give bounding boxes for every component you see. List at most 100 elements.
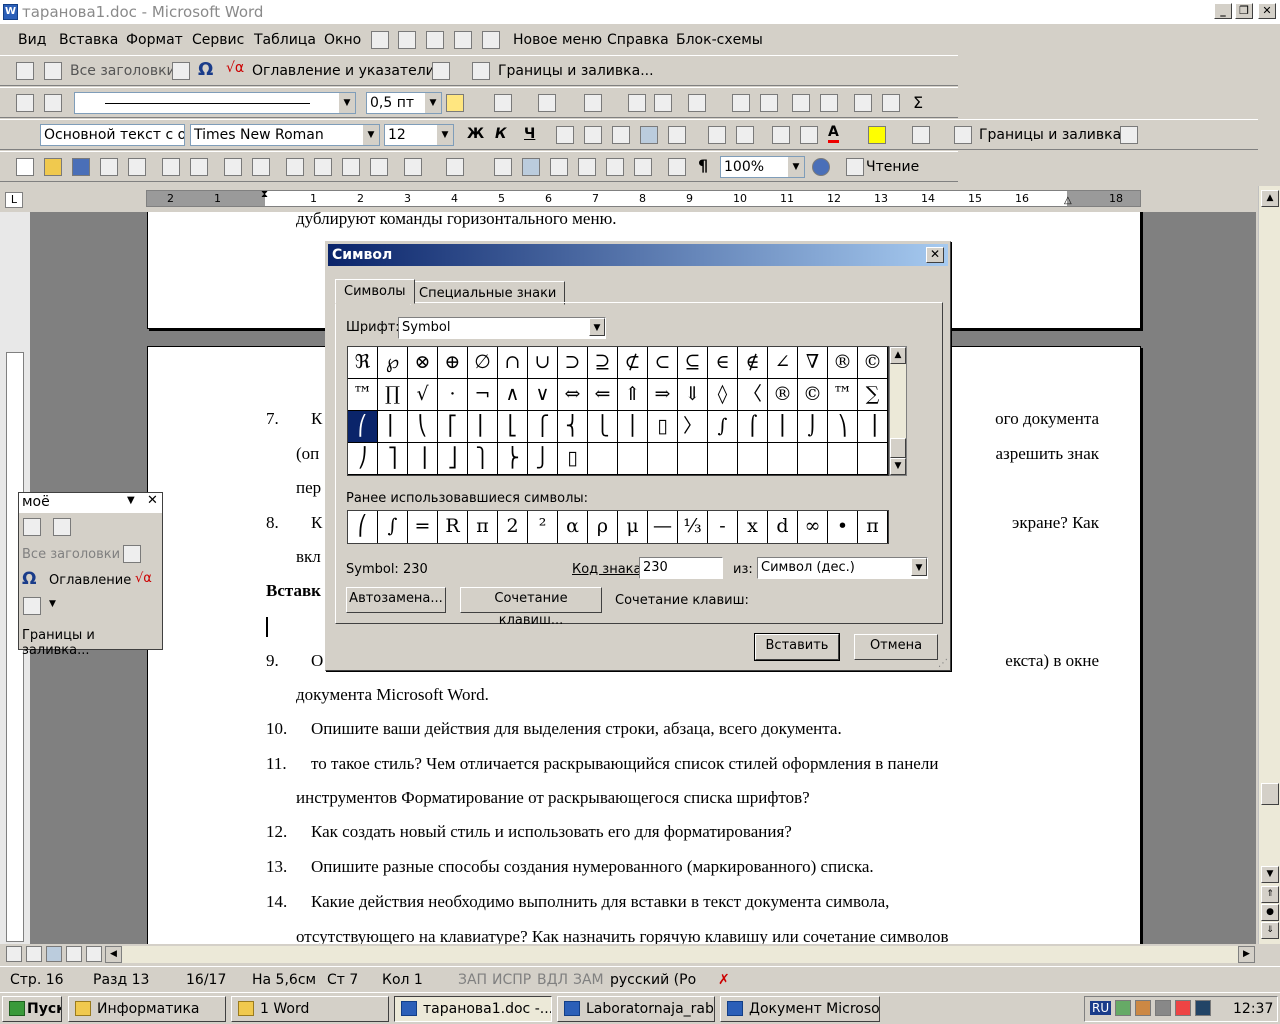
web-view-icon[interactable] [26, 946, 42, 962]
symbol-grid[interactable]: ℜ ℘ ⊗ ⊕ ∅ ∩ ∪ ⊃ ⊇ ⊄ ⊂ ⊆ ∈ ∉ ∠ ∇ ® © ™ ∏ √ ⋅ ¬ ∧ ∨ ⇔ ⇐ ⇑ ⇒ ⇓ ◊ 〈 ® © ™ ∑ ⎛ ⎜ ⎝ ⎡… [347, 346, 889, 476]
symbol-cell[interactable]: ▯ [648, 411, 678, 443]
symbol-cell[interactable]: ∧ [498, 379, 528, 411]
close-button[interactable]: ✕ [1258, 3, 1276, 19]
formula-icon[interactable]: √α [135, 571, 152, 586]
symbol-cell[interactable]: ∪ [528, 347, 558, 379]
scroll-down-button[interactable]: ▼ [890, 458, 906, 475]
symbol-cell[interactable]: ⇐ [588, 379, 618, 411]
print-icon[interactable] [162, 158, 180, 176]
symbol-cell[interactable]: ⎞ [828, 411, 858, 443]
copy-icon[interactable] [314, 158, 332, 176]
recent-symbol-cell[interactable]: π [468, 511, 498, 543]
symbol-cell[interactable]: ℜ [348, 347, 378, 379]
doc-map-icon[interactable] [23, 518, 41, 536]
symbol-cell[interactable]: ⊗ [408, 347, 438, 379]
scroll-down-button[interactable]: ▼ [1261, 866, 1279, 883]
edit-icon[interactable] [16, 94, 34, 112]
recent-symbol-cell[interactable]: ² [528, 511, 558, 543]
disk-icon[interactable] [1155, 1000, 1171, 1016]
code-input[interactable]: 230 [639, 557, 723, 579]
symbol-cell[interactable]: ▯ [558, 443, 588, 475]
columns-icon[interactable] [1120, 126, 1138, 144]
symbol-cell[interactable]: ⎭ [528, 443, 558, 475]
symbol-cell[interactable]: ™ [828, 379, 858, 411]
minimize-button[interactable]: _ [1214, 3, 1232, 19]
antivirus-icon[interactable] [1175, 1000, 1191, 1016]
all-headings-label[interactable]: Все заголовки [22, 547, 120, 562]
symbol-cell[interactable]: ⎦ [438, 443, 468, 475]
toc-button[interactable]: Оглавление [49, 573, 131, 588]
menu-help[interactable]: Справка [607, 32, 669, 48]
paste-icon[interactable] [342, 158, 360, 176]
borders-button[interactable]: Границы и заливка... [498, 63, 654, 79]
scroll-thumb[interactable] [890, 438, 906, 458]
symbol-cell[interactable] [648, 443, 678, 475]
outline-icon[interactable] [454, 31, 472, 49]
symbol-cell[interactable]: ∩ [498, 347, 528, 379]
symbol-cell[interactable]: ∉ [738, 347, 768, 379]
columns-icon[interactable] [606, 158, 624, 176]
right-indent-marker[interactable]: △ [1064, 195, 1072, 206]
symbol-cell[interactable]: ⎧ [528, 411, 558, 443]
highlight-icon[interactable] [868, 126, 886, 144]
bold-button[interactable]: Ж [467, 126, 484, 142]
font-combo[interactable]: Symbol ▼ [398, 317, 606, 339]
symbol-cell[interactable] [768, 443, 798, 475]
menu-new-menu[interactable]: Новое меню [513, 32, 602, 48]
recent-symbol-cell[interactable]: - [708, 511, 738, 543]
volume-icon[interactable] [1135, 1000, 1151, 1016]
email-icon[interactable] [128, 158, 146, 176]
recent-symbol-cell[interactable]: ∞ [798, 511, 828, 543]
task-informatika[interactable]: Информатика [68, 996, 226, 1022]
maximize-button[interactable]: ❐ [1235, 3, 1253, 19]
status-trk[interactable]: ИСПР [492, 972, 531, 988]
recent-symbol-cell[interactable]: π [858, 511, 888, 543]
merge-cells-icon[interactable] [628, 94, 646, 112]
symbol-cell[interactable]: ⊄ [618, 347, 648, 379]
symbol-cell[interactable]: ⌠ [738, 411, 768, 443]
pilcrow-icon[interactable]: ¶ [698, 156, 708, 175]
redo-icon[interactable] [446, 158, 464, 176]
spellcheck-status-icon[interactable]: ✗ [718, 972, 730, 988]
align-icon[interactable] [688, 94, 706, 112]
symbol-cell[interactable]: ⊃ [558, 347, 588, 379]
read-button[interactable]: Чтение [866, 159, 919, 175]
symbol-cell[interactable]: ⊂ [648, 347, 678, 379]
symbol-cell[interactable]: © [858, 347, 888, 379]
tab-symbols[interactable]: Символы [335, 279, 415, 304]
doc-map-icon[interactable] [668, 158, 686, 176]
research-icon[interactable] [252, 158, 270, 176]
insert-excel-icon[interactable] [578, 158, 596, 176]
edit2-icon[interactable] [44, 94, 62, 112]
formula-icon[interactable]: √α [226, 60, 244, 76]
italic-button[interactable]: К [495, 126, 506, 142]
all-headings-label[interactable]: Все заголовки [70, 63, 176, 79]
symbol-cell[interactable] [828, 443, 858, 475]
symbol-cell[interactable]: 〉 [678, 411, 708, 443]
binoculars-icon[interactable] [44, 62, 62, 80]
symbol-cell[interactable]: ∠ [768, 347, 798, 379]
line-style-select[interactable]: ▼ [74, 92, 356, 114]
font-select[interactable]: Times New Roman ▼ [190, 124, 380, 146]
symbol-cell[interactable]: ⎫ [468, 443, 498, 475]
headings-icon[interactable] [123, 545, 141, 563]
hyperlink-icon[interactable] [494, 158, 512, 176]
recent-symbol-cell[interactable]: R [438, 511, 468, 543]
shading-icon[interactable] [538, 94, 556, 112]
font-color-icon[interactable]: A [828, 124, 839, 143]
tab-selector[interactable]: L [5, 192, 23, 208]
scroll-left-button[interactable]: ◀ [105, 946, 122, 963]
open-icon[interactable] [44, 158, 62, 176]
recent-symbol-cell[interactable]: = [408, 511, 438, 543]
symbol-cell[interactable]: ⊕ [438, 347, 468, 379]
menu-tools[interactable]: Сервис [192, 32, 244, 48]
symbol-cell[interactable]: ⎜ [378, 411, 408, 443]
symbol-cell[interactable]: ⇑ [618, 379, 648, 411]
symbol-cell[interactable]: ⎛ [348, 411, 378, 443]
symbol-cell[interactable]: ∇ [798, 347, 828, 379]
symbol-cell[interactable]: ® [768, 379, 798, 411]
table-borders-icon[interactable] [494, 94, 512, 112]
symbol-cell[interactable]: ⎟ [858, 411, 888, 443]
symbol-cell[interactable]: √ [408, 379, 438, 411]
style-select[interactable]: Основной текст с о [40, 124, 185, 146]
